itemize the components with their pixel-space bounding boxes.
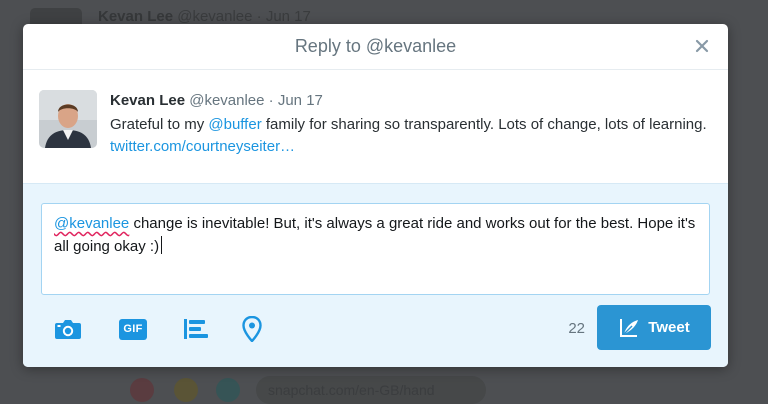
background-dot (130, 378, 154, 402)
location-icon (242, 316, 262, 342)
background-name: Kevan Lee (98, 8, 174, 25)
tweet-mention-link[interactable]: @buffer (208, 116, 261, 133)
tweet-url-link[interactable]: twitter.com/courtneyseiter… (110, 138, 295, 155)
tweet-text-part: Grateful to my (110, 116, 209, 133)
background-meta: @kevanlee · Jun 17 (177, 8, 311, 25)
reply-text: change is inevitable! But, it's always a… (54, 215, 696, 255)
reply-dialog: Reply to @kevanlee Kevan Lee @kevanlee ·… (23, 24, 728, 367)
tweet-header: Kevan Lee @kevanlee · Jun 17 (110, 92, 323, 109)
add-photo-button[interactable] (53, 315, 83, 343)
background-dot (216, 378, 240, 402)
tweet-date[interactable]: Jun 17 (278, 92, 323, 109)
close-button[interactable] (690, 34, 714, 58)
reply-textarea[interactable]: @kevanlee change is inevitable! But, it'… (41, 203, 710, 295)
character-counter: 22 (568, 320, 585, 337)
avatar[interactable] (39, 90, 97, 148)
tweet-button-label: Tweet (648, 319, 690, 336)
background-tweet-header: Kevan Lee @kevanlee · Jun 17 (98, 8, 311, 25)
compose-feather-icon (620, 318, 639, 337)
tweet-separator: · (268, 92, 274, 109)
gif-icon: GIF (119, 318, 147, 340)
tweet-text-part: family for sharing so transparently. Lot… (261, 116, 707, 133)
original-tweet: Kevan Lee @kevanlee · Jun 17 Grateful to… (23, 70, 728, 183)
tweet-text: Grateful to my @buffer family for sharin… (110, 114, 718, 158)
camera-icon (55, 320, 81, 339)
add-gif-button[interactable]: GIF (118, 315, 148, 343)
tweet-author-name[interactable]: Kevan Lee (110, 92, 185, 109)
background-link: snapchat.com/en-GB/hand (256, 376, 486, 404)
dialog-header: Reply to @kevanlee (23, 24, 728, 70)
tweet-button[interactable]: Tweet (597, 305, 711, 350)
background-dot (174, 378, 198, 402)
add-poll-button[interactable] (181, 315, 211, 343)
text-caret (161, 236, 163, 254)
close-icon (695, 39, 709, 53)
compose-area: @kevanlee change is inevitable! But, it'… (23, 183, 728, 367)
poll-icon (184, 319, 208, 339)
tweet-author-handle[interactable]: @kevanlee (189, 92, 264, 109)
background-tweet-footer: snapchat.com/en-GB/hand (130, 372, 730, 404)
reply-mention: @kevanlee (54, 215, 130, 232)
add-location-button[interactable] (237, 315, 267, 343)
dialog-title: Reply to @kevanlee (294, 36, 457, 56)
